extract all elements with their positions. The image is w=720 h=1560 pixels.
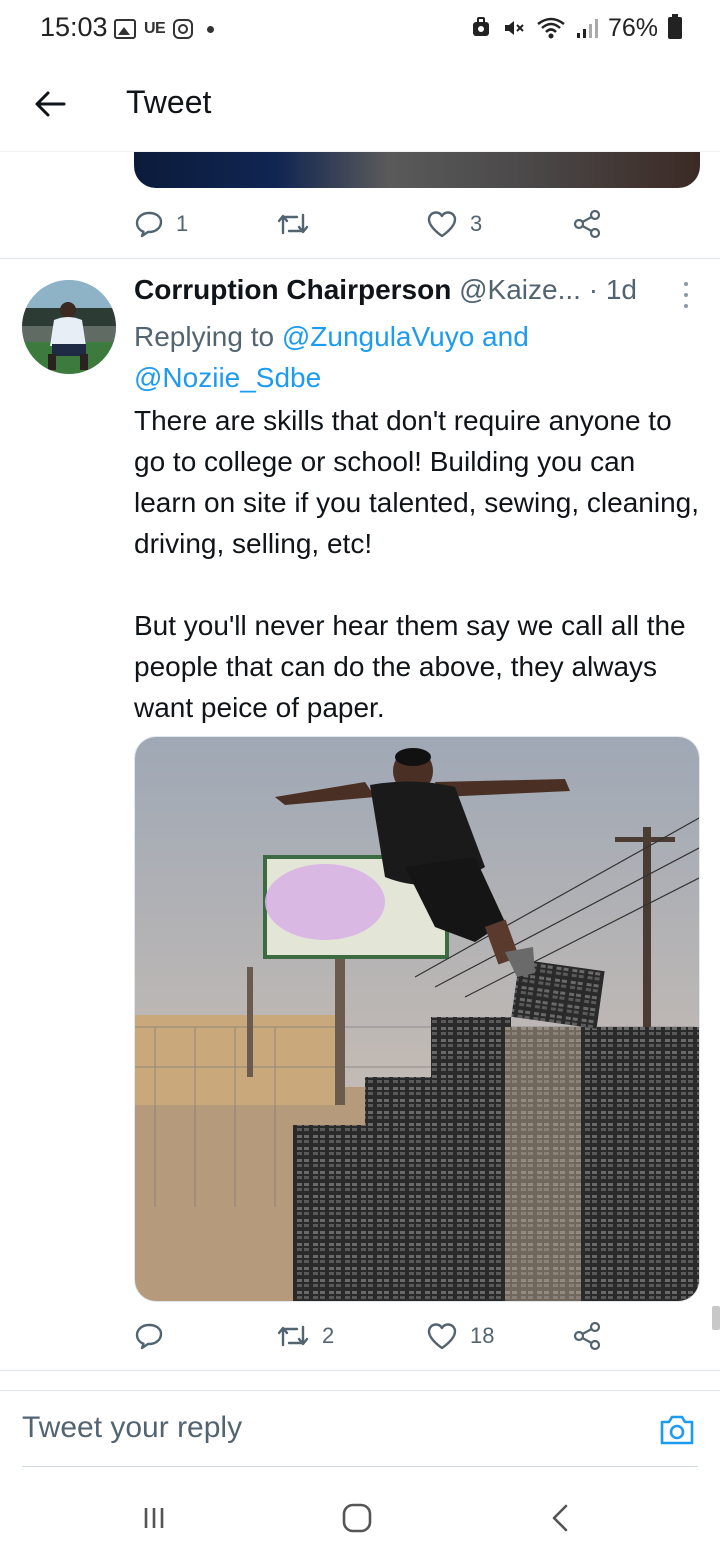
more-dot [684, 282, 688, 286]
reply-underline [22, 1466, 698, 1467]
system-back-button[interactable] [540, 1498, 580, 1538]
top-app-bar: Tweet [0, 60, 720, 152]
back-button[interactable] [28, 82, 72, 126]
like-count: 18 [470, 1323, 495, 1348]
instagram-icon [173, 19, 194, 39]
retweet-button[interactable] [276, 211, 322, 237]
tweet-text: There are skills that don't require anyo… [134, 400, 700, 728]
more-options-button[interactable] [682, 282, 690, 308]
heart-icon [427, 1323, 457, 1350]
battery-level: 76% [607, 13, 658, 42]
signal-icon [576, 19, 598, 38]
camera-button[interactable] [658, 1413, 698, 1453]
share-icon [573, 1321, 601, 1351]
alarm-icon [472, 17, 489, 36]
system-status: 76% [470, 12, 682, 44]
retweet-icon [277, 1325, 309, 1347]
reply-count: 1 [176, 211, 189, 236]
previous-tweet-media[interactable] [134, 152, 700, 188]
camera-icon [660, 1415, 694, 1445]
retweet-button[interactable]: 2 [276, 1323, 334, 1349]
reply-button[interactable]: 1 [134, 209, 188, 239]
ue-icon: UE [144, 20, 166, 37]
tweet-time: · 1d [588, 274, 637, 305]
tweet-divider [0, 258, 720, 259]
status-bar: 15:03 UE 76% [0, 0, 720, 58]
page-title: Tweet [126, 84, 212, 120]
tweet-actions: 2 18 [134, 1316, 614, 1356]
home-button[interactable] [337, 1498, 377, 1538]
heart-icon [427, 211, 457, 238]
dot-icon [207, 25, 215, 33]
like-count: 3 [470, 211, 483, 236]
notification-icons: UE [114, 14, 215, 44]
reply-button[interactable] [134, 1321, 176, 1351]
avatar[interactable] [22, 280, 116, 374]
retweet-icon [277, 213, 309, 235]
previous-tweet-actions: 1 3 [134, 204, 614, 244]
mute-icon [504, 21, 524, 35]
avatar-photo [22, 280, 116, 374]
like-button[interactable]: 18 [426, 1321, 494, 1351]
replying-and[interactable]: and [482, 321, 529, 352]
retweet-count: 2 [322, 1323, 335, 1348]
back-icon [552, 1504, 568, 1532]
battery-icon [668, 14, 682, 39]
more-dot [684, 293, 688, 297]
mention-link-1[interactable]: @ZungulaVuyo [282, 321, 474, 352]
media-scene [135, 737, 699, 1301]
mention-link-2[interactable]: @Noziie_Sdbe [134, 362, 321, 393]
system-nav-bar [0, 1476, 720, 1560]
like-button[interactable]: 3 [426, 209, 482, 239]
scrollbar-thumb[interactable] [712, 1306, 720, 1330]
tweet-divider [0, 1370, 720, 1371]
tweet-media-image[interactable] [134, 736, 700, 1302]
share-button[interactable] [572, 209, 602, 239]
home-icon [342, 1503, 372, 1533]
reply-input[interactable] [22, 1405, 622, 1451]
reply-icon [135, 211, 163, 238]
image-icon [114, 19, 136, 39]
share-button[interactable] [572, 1321, 602, 1351]
recent-apps-button[interactable] [134, 1498, 174, 1538]
status-time: 15:03 [40, 12, 108, 42]
replying-prefix: Replying to [134, 321, 275, 352]
recent-apps-icon [144, 1508, 164, 1528]
reply-composer [0, 1390, 720, 1468]
wifi-icon [537, 17, 565, 39]
tweet-paragraph: But you'll never hear them say we call a… [134, 610, 686, 723]
share-icon [573, 209, 601, 239]
more-dot [684, 304, 688, 308]
arrow-left-icon [35, 91, 66, 117]
author-name[interactable]: Corruption Chairperson [134, 274, 451, 305]
replying-to: Replying to @ZungulaVuyo and @Noziie_Sdb… [134, 316, 694, 398]
tweet-paragraph: There are skills that don't require anyo… [134, 405, 700, 559]
tweet-header: Corruption Chairperson @Kaize... · 1d [134, 274, 694, 314]
reply-icon [135, 1323, 163, 1350]
author-handle[interactable]: @Kaize... [459, 274, 581, 305]
